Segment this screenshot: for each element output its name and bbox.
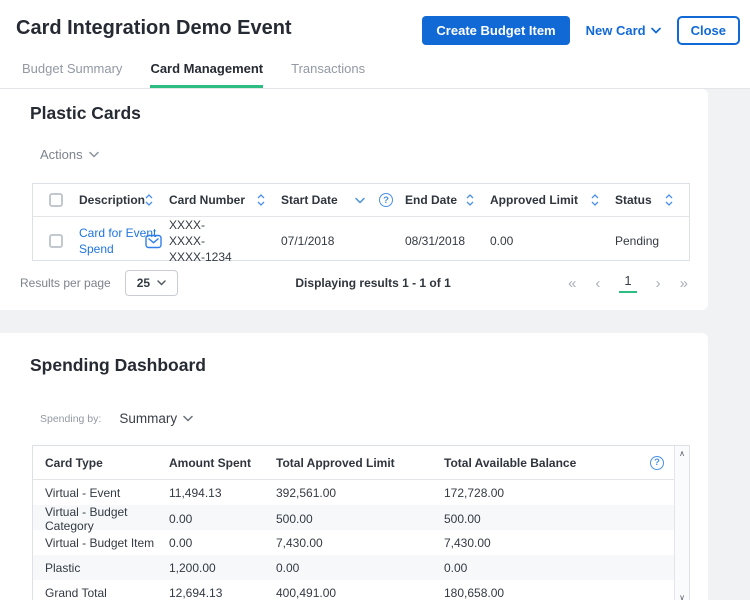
chevron-down-icon [157, 280, 166, 286]
select-all-checkbox[interactable] [49, 193, 63, 207]
pager: « ‹ 1 › » [568, 273, 688, 293]
new-card-label: New Card [585, 23, 646, 38]
sort-icon[interactable] [591, 194, 599, 206]
column-header-card-number: Card Number [169, 184, 281, 216]
page-number-current[interactable]: 1 [619, 273, 637, 293]
sort-icon[interactable] [257, 194, 265, 206]
row-checkbox[interactable] [49, 234, 63, 249]
results-per-page-label: Results per page [20, 276, 111, 290]
actions-dropdown[interactable]: Actions [40, 147, 99, 162]
plastic-cards-title: Plastic Cards [30, 103, 141, 123]
spending-by-select[interactable]: Summary [119, 411, 193, 426]
column-header-status: Status [615, 184, 689, 216]
card-number-value: XXXX-XXXX-XXXX-1234 [169, 218, 232, 265]
create-budget-item-button[interactable]: Create Budget Item [422, 16, 570, 45]
column-header-total-approved-limit: Total Approved Limit [276, 455, 395, 470]
tab-transactions[interactable]: Transactions [291, 61, 365, 88]
spending-table: Card Type Amount Spent Total Approved Li… [32, 445, 690, 600]
new-card-button[interactable]: New Card [586, 23, 661, 38]
status-value: Pending [615, 234, 660, 249]
table-row: Virtual - Budget Item 0.00 7,430.00 7,43… [45, 535, 491, 550]
vertical-scrollbar[interactable]: ∧ ∨ [674, 446, 689, 600]
column-header-approved-limit: Approved Limit [490, 184, 615, 216]
table-row: Virtual - Event 11,494.13 392,561.00 172… [45, 485, 505, 500]
help-icon[interactable]: ? [379, 193, 393, 207]
table-row: Virtual - Budget Category 0.00 500.00 50… [33, 505, 675, 533]
chevron-down-icon [88, 151, 99, 158]
actions-label: Actions [40, 147, 83, 162]
column-header-start-date: Start Date ? [281, 184, 405, 216]
close-button[interactable]: Close [676, 16, 740, 45]
tab-card-management[interactable]: Card Management [150, 61, 264, 88]
table-header-row: Description Card Number Start Date ? End… [33, 184, 689, 217]
page-size-select[interactable]: 25 [124, 270, 179, 296]
approved-limit-value: 0.00 [490, 234, 514, 249]
plastic-cards-section: Plastic Cards Actions Description Card N… [0, 89, 708, 310]
table-row-grand-total: Grand Total 12,694.13 400,491.00 180,658… [45, 585, 505, 600]
spending-header-row: Card Type Amount Spent Total Approved Li… [33, 446, 675, 480]
results-summary: Displaying results 1 - 1 of 1 [295, 276, 451, 290]
first-page-icon[interactable]: « [568, 276, 576, 291]
previous-page-icon[interactable]: ‹ [595, 276, 600, 291]
end-date-value: 08/31/2018 [405, 234, 466, 249]
tab-budget-summary[interactable]: Budget Summary [22, 61, 122, 88]
column-header-amount-spent: Amount Spent [169, 455, 251, 470]
spending-by-row: Spending by: Summary [40, 411, 708, 426]
sort-icon[interactable] [466, 194, 474, 206]
envelope-icon[interactable] [145, 234, 162, 249]
tab-bar: Budget Summary Card Management Transacti… [22, 61, 365, 88]
column-header-card-type: Card Type [45, 455, 103, 470]
next-page-icon[interactable]: › [656, 276, 661, 291]
chevron-down-icon [183, 415, 193, 422]
spending-by-label: Spending by: [40, 412, 102, 425]
spending-dashboard-section: Spending Dashboard Spending by: Summary … [0, 333, 708, 600]
page-header: Card Integration Demo Event Create Budge… [0, 0, 750, 89]
column-header-description: Description [79, 184, 169, 216]
start-date-value: 07/1/2018 [281, 234, 335, 249]
sort-descending-icon[interactable] [355, 197, 365, 204]
sort-icon[interactable] [145, 194, 153, 206]
scroll-down-icon[interactable]: ∨ [679, 593, 685, 600]
pagination-bar: Results per page 25 Displaying results 1… [20, 270, 688, 296]
spending-dashboard-title: Spending Dashboard [30, 355, 206, 375]
column-header-end-date: End Date [405, 184, 490, 216]
page-title: Card Integration Demo Event [16, 17, 292, 39]
column-header-total-available-balance: Total Available Balance ? [444, 455, 674, 470]
spending-by-value: Summary [119, 411, 178, 426]
plastic-cards-table: Description Card Number Start Date ? End… [32, 183, 690, 264]
chevron-down-icon [650, 27, 661, 34]
table-row: Card for Event Spend XXXX-XXXX-XXXX-1234… [33, 217, 689, 264]
scroll-up-icon[interactable]: ∧ [679, 449, 685, 458]
table-row: Plastic 1,200.00 0.00 0.00 [33, 555, 675, 580]
header-actions: Create Budget Item New Card Close [422, 16, 740, 45]
page-size-value: 25 [136, 276, 151, 290]
help-icon[interactable]: ? [650, 455, 665, 470]
sort-icon[interactable] [665, 194, 673, 206]
last-page-icon[interactable]: » [680, 276, 688, 291]
